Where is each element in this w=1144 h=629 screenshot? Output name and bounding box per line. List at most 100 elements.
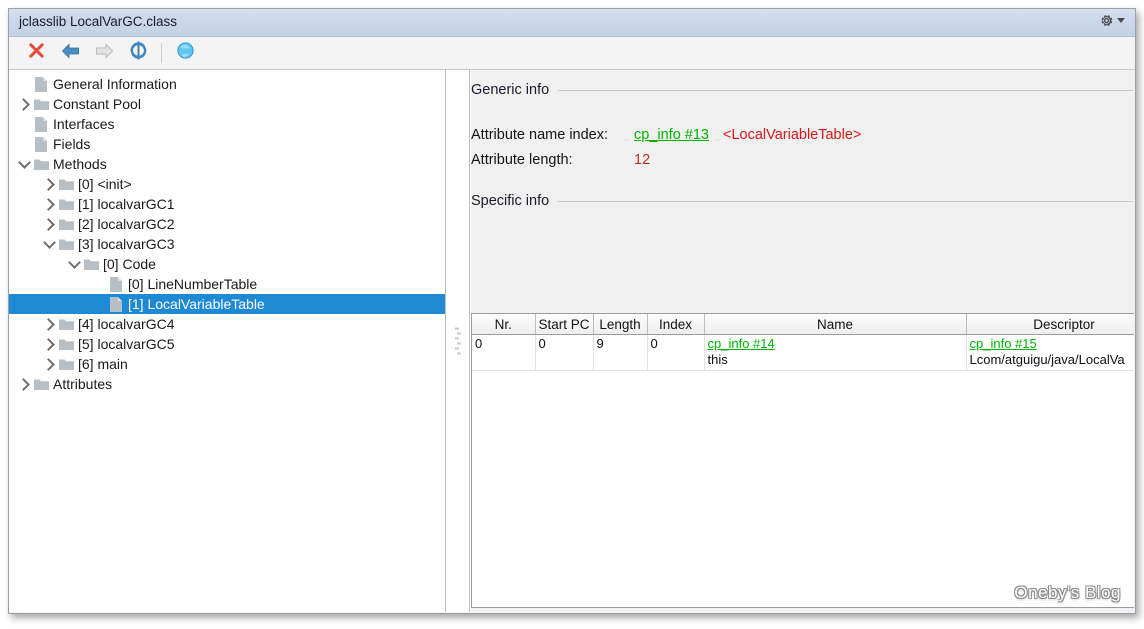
table-body: 0 0 9 0 cp_info #14 this cp_info #15 Lcom/atgui…: [472, 334, 1135, 371]
tree-node-methods[interactable]: Methods: [9, 154, 445, 174]
chevron-down-icon[interactable]: [66, 254, 82, 274]
folder-icon: [32, 154, 50, 174]
folder-icon: [32, 94, 50, 114]
descriptor-resolved-value: Lcom/atguigu/java/LocalVa: [969, 352, 1125, 367]
chevron-right-icon[interactable]: [16, 374, 32, 394]
folder-icon: [57, 334, 75, 354]
close-x-icon: [27, 41, 46, 65]
tree-node-interfaces[interactable]: Interfaces: [9, 114, 445, 134]
attribute-name-index-label: Attribute name index:: [471, 127, 609, 143]
table-header-name[interactable]: Name: [704, 314, 967, 335]
table-header-row: Nr. Start PC Length Index Name Descriptor: [472, 314, 1134, 335]
table-header-length[interactable]: Length: [593, 314, 648, 335]
chevron-right-icon[interactable]: [16, 94, 32, 114]
chevron-right-icon[interactable]: [41, 354, 57, 374]
section-rule: [558, 89, 1133, 91]
folder-icon: [57, 194, 75, 214]
title-bar: jclasslib LocalVarGC.class: [9, 9, 1135, 37]
folder-icon: [57, 234, 75, 254]
tree-node-4-localvargc4[interactable]: [4] localvarGC4: [9, 314, 445, 334]
back-button[interactable]: [53, 39, 87, 67]
tree-node-label: Attributes: [53, 376, 113, 392]
generic-info-section-header: Generic info: [471, 82, 1135, 98]
local-variable-table: Nr. Start PC Length Index Name Descriptor 009…: [472, 314, 1134, 371]
tree-node-1-localvargc1[interactable]: [1] localvarGC1: [9, 194, 445, 214]
name-cp-link[interactable]: cp_info #14: [708, 336, 966, 352]
tree-node-1-localvariabletable[interactable]: [1] LocalVariableTable: [9, 294, 445, 314]
attribute-name-index-note: <LocalVariableTable>: [722, 127, 862, 143]
folder-icon: [82, 254, 100, 274]
chevron-right-icon[interactable]: [41, 334, 57, 354]
tree-node-2-localvargc2[interactable]: [2] localvarGC2: [9, 214, 445, 234]
gear-icon: [1099, 13, 1114, 28]
table-header-start-pc[interactable]: Start PC: [535, 314, 594, 335]
table-header-index[interactable]: Index: [647, 314, 705, 335]
tree-twisty-spacer: [16, 134, 32, 154]
cell-name: cp_info #14 this: [704, 334, 967, 371]
reload-icon: [128, 40, 149, 66]
jclasslib-window: jclasslib LocalVarGC.class General Infor…: [8, 8, 1136, 614]
attribute-name-index-row: Attribute name index: cp_info #13 <Local…: [471, 127, 861, 143]
descriptor-cp-link[interactable]: cp_info #15: [970, 336, 1135, 352]
close-button[interactable]: [19, 39, 53, 67]
attribute-length-row: Attribute length: 12: [471, 152, 650, 168]
folder-icon: [57, 214, 75, 234]
attribute-length-label: Attribute length:: [471, 152, 573, 168]
section-rule: [558, 200, 1133, 202]
cell-descriptor: cp_info #15 Lcom/atguigu/java/LocalVa: [966, 334, 1135, 371]
tree-node-label: General Information: [53, 76, 177, 92]
table-header-descriptor[interactable]: Descriptor: [966, 314, 1134, 335]
tree-node-label: Fields: [53, 136, 91, 152]
tree-twisty-spacer: [16, 74, 32, 94]
specific-info-section-header: Specific info: [471, 193, 1135, 209]
tree-node-label: [3] localvarGC3: [78, 236, 175, 252]
table-row[interactable]: 0 0 9 0 cp_info #14 this cp_info #15 Lcom/atgui…: [472, 334, 1135, 371]
tree-node-3-localvargc3[interactable]: [3] localvarGC3: [9, 234, 445, 254]
tree-node-0-linenumbertable[interactable]: [0] LineNumberTable: [9, 274, 445, 294]
folder-icon: [57, 174, 75, 194]
toolbar: [9, 37, 1135, 70]
file-icon: [32, 134, 50, 154]
forward-button[interactable]: [87, 39, 121, 67]
chevron-down-icon[interactable]: [16, 154, 32, 174]
tree-node-0-init[interactable]: [0] <init>: [9, 174, 445, 194]
attribute-name-index-link[interactable]: cp_info #13: [634, 127, 709, 143]
globe-icon: [176, 41, 195, 65]
attribute-length-value: 12: [634, 152, 651, 168]
reload-button[interactable]: [121, 39, 155, 67]
tree-node-constant-pool[interactable]: Constant Pool: [9, 94, 445, 114]
tree-node-6-main[interactable]: [6] main: [9, 354, 445, 374]
browse-button[interactable]: [168, 39, 202, 67]
tree-node-general-information[interactable]: General Information: [9, 74, 445, 94]
tree-node-0-code[interactable]: [0] Code: [9, 254, 445, 274]
chevron-right-icon[interactable]: [41, 194, 57, 214]
table-header-nr[interactable]: Nr.: [472, 314, 536, 335]
chevron-down-icon[interactable]: [41, 234, 57, 254]
tree-node-label: [4] localvarGC4: [78, 316, 175, 332]
tree-twisty-spacer: [91, 294, 107, 314]
tree-scroll-area: General Information Constant Pool Interfac…: [9, 70, 445, 394]
chevron-right-icon[interactable]: [41, 314, 57, 334]
cell-nr: 0: [472, 334, 536, 371]
generic-info-title: Generic info: [471, 82, 550, 98]
chevron-right-icon[interactable]: [41, 214, 57, 234]
class-structure-tree[interactable]: General Information Constant Pool Interfac…: [9, 70, 446, 612]
tree-node-5-localvargc5[interactable]: [5] localvarGC5: [9, 334, 445, 354]
tree-node-label: [0] LineNumberTable: [128, 276, 258, 292]
settings-menu-button[interactable]: [1099, 13, 1125, 28]
chevron-right-icon[interactable]: [41, 174, 57, 194]
chevron-down-icon: [1117, 18, 1125, 23]
tree-node-label: [5] localvarGC5: [78, 336, 175, 352]
cell-start-pc: 0: [535, 334, 594, 371]
cell-index: 0: [647, 334, 705, 371]
pane-splitter[interactable]: [446, 70, 470, 612]
file-icon: [107, 294, 125, 314]
main-split-pane: General Information Constant Pool Interfac…: [9, 70, 1135, 612]
splitter-grip-icon: [455, 327, 461, 355]
file-icon: [32, 114, 50, 134]
tree-node-attributes[interactable]: Attributes: [9, 374, 445, 394]
tree-node-fields[interactable]: Fields: [9, 134, 445, 154]
app-window-root: jclasslib LocalVarGC.class General Infor…: [0, 0, 1144, 629]
folder-icon: [32, 374, 50, 394]
arrow-right-icon: [94, 42, 115, 65]
